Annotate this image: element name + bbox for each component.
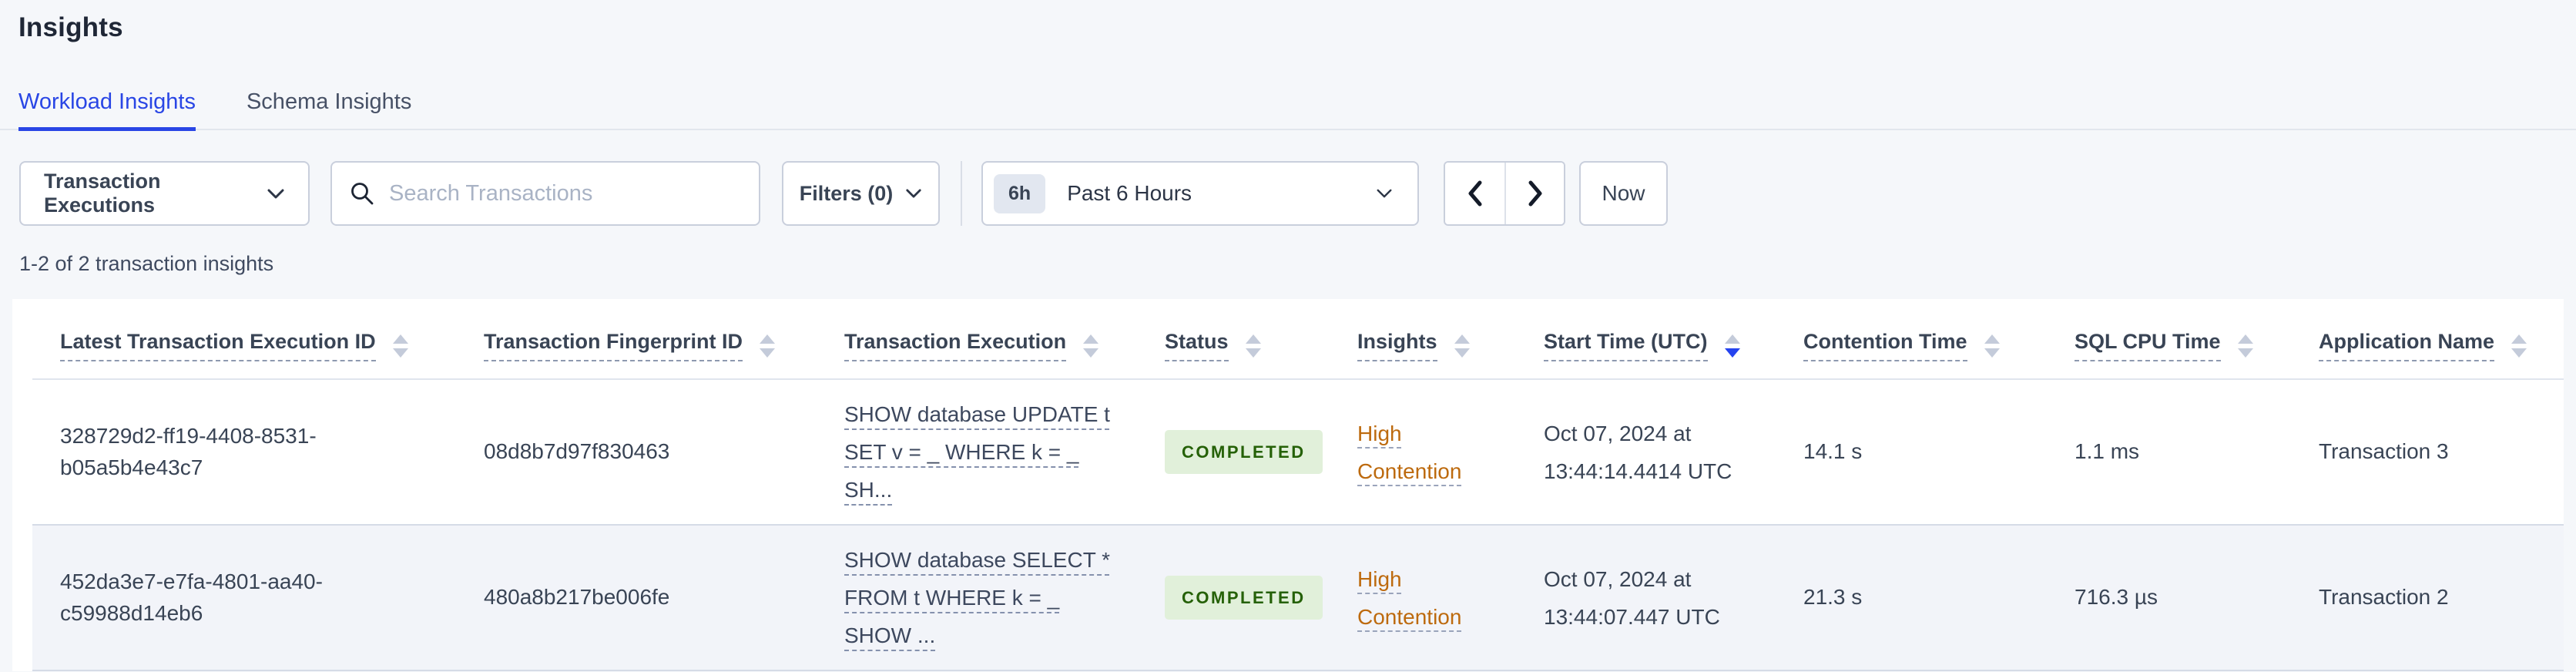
chevron-right-icon [1526,179,1545,208]
transaction-execution-cell: SHOW database SELECT * FROM t WHERE k = … [817,524,1137,671]
search-box [330,161,760,226]
time-nav-group [1444,161,1565,226]
table-row: 328729d2-ff19-4408-8531-b05a5b4e43c7 08d… [32,378,2564,525]
insights-table-card: Latest Transaction Execution ID Transact… [12,299,2564,671]
tab-bar: Workload Insights Schema Insights [0,89,2576,131]
column-header-insights[interactable]: Insights [1330,299,1516,379]
toolbar-divider [961,161,962,226]
column-header-transaction-execution[interactable]: Transaction Execution [817,299,1137,379]
filters-button-label: Filters (0) [799,181,894,205]
tab-schema-insights[interactable]: Schema Insights [247,89,411,131]
column-header-start-time[interactable]: Start Time (UTC) [1516,299,1776,379]
chevron-down-icon [1376,188,1393,199]
table-row: 452da3e7-e7fa-4801-aa40-c59988d14eb6 480… [32,524,2564,671]
chevron-left-icon [1466,179,1484,208]
transaction-type-dropdown[interactable]: Transaction Executions [19,161,310,226]
status-badge: COMPLETED [1165,575,1323,620]
transaction-execution-link[interactable]: SHOW database SELECT * FROM t WHERE k = … [844,541,1125,654]
sort-icon [760,334,776,358]
results-summary: 1-2 of 2 transaction insights [19,252,274,275]
sql-cpu-time-cell: 1.1 ms [2047,378,2291,525]
page-title: Insights [18,12,123,42]
status-badge: COMPLETED [1165,429,1323,475]
column-header-application-name[interactable]: Application Name [2291,299,2564,379]
contention-time-cell: 14.1 s [1776,378,2047,525]
sort-icon [2511,334,2527,358]
insights-cell: High Contention [1330,524,1516,671]
start-time-cell: Oct 07, 2024 at 13:44:07.447 UTC [1516,524,1776,671]
chevron-down-icon [905,188,922,199]
time-preset-badge: 6h [994,173,1046,213]
search-icon [349,180,375,207]
prev-time-button[interactable] [1445,163,1504,224]
sort-icon [2237,334,2253,358]
column-header-sql-cpu-time[interactable]: SQL CPU Time [2047,299,2291,379]
execution-id-cell: 452da3e7-e7fa-4801-aa40-c59988d14eb6 [32,524,456,671]
fingerprint-id-cell: 480a8b217be006fe [456,524,817,671]
sort-icon [1083,334,1099,358]
transaction-execution-link[interactable]: SHOW database UPDATE t SET v = _ WHERE k… [844,395,1125,509]
sort-icon [1724,334,1740,358]
table-header-row: Latest Transaction Execution ID Transact… [32,299,2564,379]
time-range-label: Past 6 Hours [1067,181,1192,205]
column-header-status[interactable]: Status [1137,299,1330,379]
tab-workload-insights[interactable]: Workload Insights [18,89,196,131]
high-contention-link[interactable]: High Contention [1357,560,1504,636]
column-header-contention-time[interactable]: Contention Time [1776,299,2047,379]
fingerprint-id-cell: 08d8b7d97f830463 [456,378,817,525]
toolbar: Transaction Executions Filters (0) 6h Pa… [19,161,2558,226]
sort-icon [1245,334,1261,358]
high-contention-link[interactable]: High Contention [1357,415,1504,490]
transaction-type-dropdown-label: Transaction Executions [44,170,161,217]
column-header-latest-transaction-execution-id[interactable]: Latest Transaction Execution ID [32,299,456,379]
transaction-execution-cell: SHOW database UPDATE t SET v = _ WHERE k… [817,378,1137,525]
sort-icon [392,334,408,358]
contention-time-cell: 21.3 s [1776,524,2047,671]
now-button[interactable]: Now [1579,161,1668,226]
application-name-cell: Transaction 2 [2291,524,2564,671]
search-input[interactable] [389,180,742,207]
application-name-cell: Transaction 3 [2291,378,2564,525]
sql-cpu-time-cell: 716.3 µs [2047,524,2291,671]
time-range-picker[interactable]: 6h Past 6 Hours [981,161,1419,226]
sort-icon [1984,334,2000,358]
execution-id-cell: 328729d2-ff19-4408-8531-b05a5b4e43c7 [32,378,456,525]
insights-cell: High Contention [1330,378,1516,525]
chevron-down-icon [267,188,285,200]
start-time-cell: Oct 07, 2024 at 13:44:14.4414 UTC [1516,378,1776,525]
filters-button[interactable]: Filters (0) [782,161,940,226]
column-header-transaction-fingerprint-id[interactable]: Transaction Fingerprint ID [456,299,817,379]
status-cell: COMPLETED [1137,524,1330,671]
insights-table: Latest Transaction Execution ID Transact… [32,299,2564,671]
next-time-button[interactable] [1504,163,1564,224]
sort-icon [1454,334,1470,358]
status-cell: COMPLETED [1137,378,1330,525]
